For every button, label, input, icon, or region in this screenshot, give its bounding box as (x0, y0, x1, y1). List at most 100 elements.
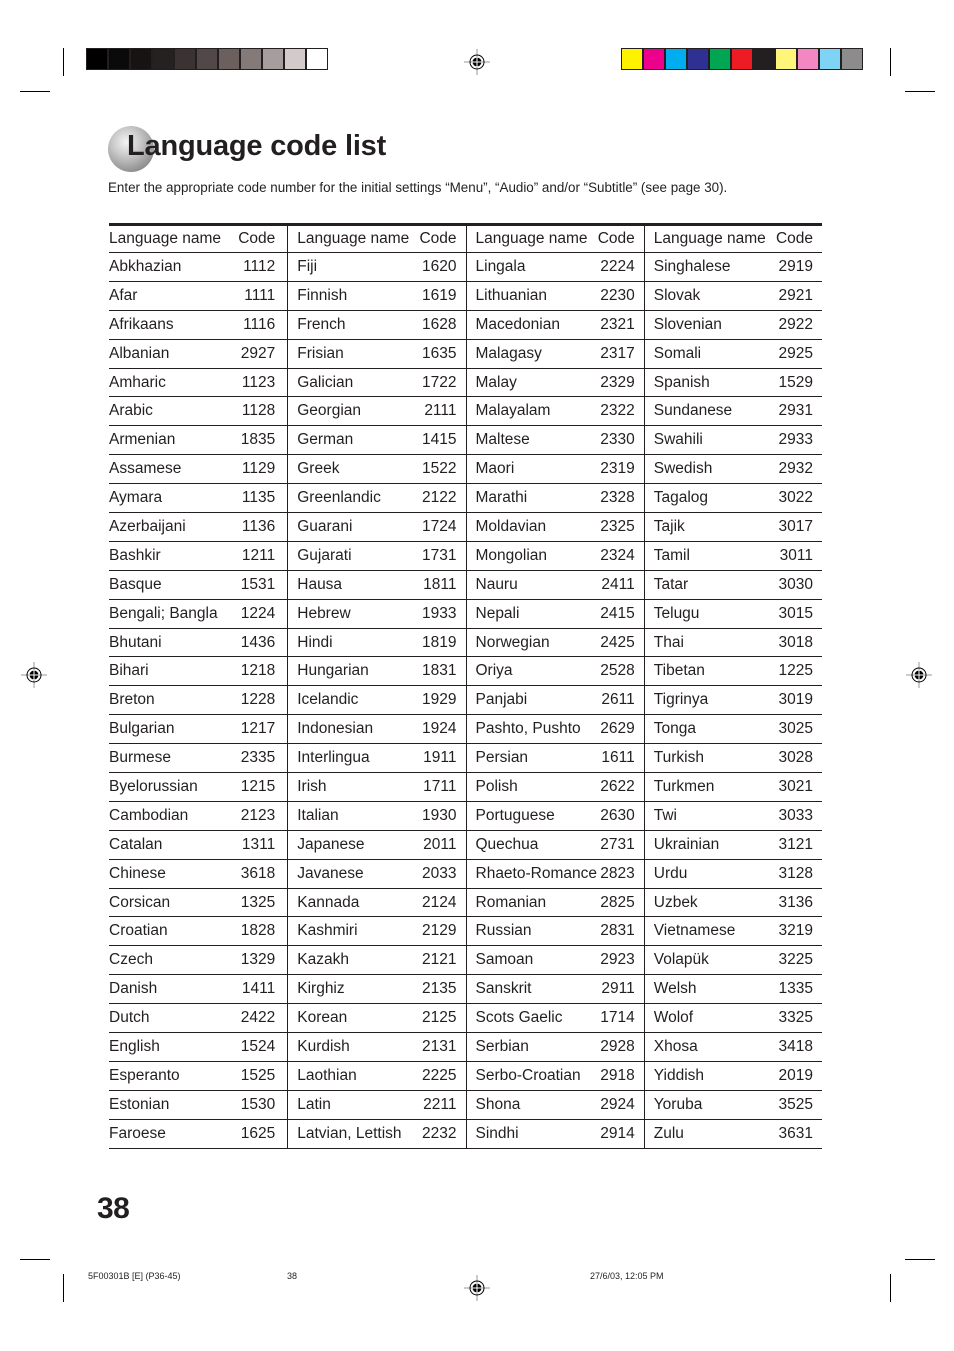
table-row: Slovenian 2922 (644, 311, 822, 340)
language-code: 1524 (240, 1037, 276, 1055)
table-row: Kirghiz 2135 (288, 975, 466, 1005)
language-name: Breton (109, 691, 155, 709)
crop-mark (905, 1259, 935, 1260)
language-name: Sanskrit (475, 980, 532, 998)
language-name: Maltese (475, 431, 530, 449)
language-code: 1112 (243, 257, 276, 275)
language-code: 2317 (600, 344, 635, 362)
language-name: Basque (109, 575, 162, 593)
language-name: Frisian (297, 344, 344, 362)
language-name: Vietnamese (653, 922, 736, 940)
table-row: Amharic 1123 (109, 369, 288, 398)
table-row: Uzbek 3136 (644, 889, 822, 918)
language-code: 1224 (240, 604, 276, 622)
language-code: 2924 (600, 1095, 635, 1113)
language-code: 1531 (240, 575, 276, 593)
language-name: Twi (653, 806, 677, 824)
language-code: 1530 (240, 1095, 276, 1113)
language-name: Afar (109, 286, 138, 304)
table-row: Frisian 1635 (288, 340, 466, 369)
grayscale-color-bar (86, 48, 328, 70)
language-name: Serbo-Croatian (475, 1066, 581, 1084)
language-name: Polish (475, 777, 518, 795)
table-row: Basque 1531 (109, 571, 288, 600)
language-code: 3128 (778, 864, 813, 882)
column-header-name: Language name (475, 230, 588, 247)
language-code: 2411 (601, 575, 635, 593)
table-row: Irish 1711 (288, 773, 466, 802)
table-row: Bashkir 1211 (109, 542, 288, 571)
language-name: Tatar (653, 575, 689, 593)
table-row: Finnish 1619 (288, 282, 466, 311)
table-row: Abkhazian 1112 (109, 253, 288, 282)
language-code: 3631 (778, 1124, 813, 1142)
table-row: Serbo-Croatian 2918 (466, 1062, 644, 1091)
language-code: 1711 (423, 777, 457, 795)
table-row: Arabic 1128 (109, 397, 288, 427)
language-code: 1128 (241, 402, 276, 420)
page-number: 38 (97, 1192, 130, 1225)
footer-timestamp: 27/6/03, 12:05 PM (590, 1271, 664, 1281)
table-row: Armenian 1835 (109, 426, 288, 456)
language-name: Swahili (653, 431, 703, 449)
language-name: Georgian (297, 402, 362, 420)
table-row: Sanskrit 2911 (466, 975, 644, 1005)
table-row: Danish 1411 (109, 975, 288, 1005)
table-row: Greek 1522 (288, 455, 466, 485)
table-row: Lithuanian 2230 (466, 282, 644, 311)
language-code: 2330 (600, 431, 635, 449)
table-row: Bulgarian 1217 (109, 715, 288, 745)
column-header-code: Code (775, 230, 813, 247)
intro-text: Enter the appropriate code number for th… (108, 180, 728, 195)
language-name: Portuguese (475, 806, 555, 824)
language-code: 1225 (778, 662, 813, 680)
language-name: Zulu (653, 1124, 684, 1142)
language-name: Kirghiz (297, 980, 345, 998)
table-row: Kannada 2124 (288, 889, 466, 918)
language-code: 1930 (422, 806, 457, 824)
language-name: Dutch (109, 1009, 150, 1027)
language-name: Sindhi (475, 1124, 519, 1142)
language-code: 1136 (241, 517, 276, 535)
table-row: Afar 1111 (109, 282, 288, 311)
column-header-name: Language name (297, 230, 410, 247)
language-name: Uzbek (653, 893, 698, 911)
language-name: Italian (297, 806, 339, 824)
language-name: Tagalog (653, 489, 709, 507)
language-code: 2319 (600, 460, 635, 478)
language-code: 2328 (600, 489, 635, 507)
crop-mark (890, 48, 891, 76)
language-name: Latvian, Lettish (297, 1124, 402, 1142)
language-code: 3021 (778, 777, 813, 795)
language-name: Bihari (109, 662, 149, 680)
language-code: 3219 (778, 922, 813, 940)
table-row: Tonga 3025 (644, 715, 822, 745)
table-row: Samoan 2923 (466, 946, 644, 976)
language-code: 2921 (778, 286, 813, 304)
language-code: 2125 (422, 1009, 457, 1027)
language-name: Swedish (653, 460, 713, 478)
language-name: Wolof (653, 1009, 694, 1027)
registration-mark-icon (906, 662, 932, 688)
language-code: 2630 (600, 806, 635, 824)
language-code: 3121 (778, 835, 813, 853)
language-code: 2322 (600, 402, 635, 420)
table-row: Esperanto 1525 (109, 1062, 288, 1091)
table-row: Azerbaijani 1136 (109, 513, 288, 542)
language-code: 2919 (778, 257, 813, 275)
language-code: 3015 (778, 604, 813, 622)
language-code: 1929 (422, 691, 457, 709)
language-name: Galician (297, 373, 354, 391)
table-column: Language name Code Lingala 2224 Lithuanian 22… (465, 226, 644, 1149)
crop-mark (890, 1274, 891, 1302)
table-row: Quechua 2731 (466, 831, 644, 860)
language-name: Danish (109, 980, 158, 998)
language-name: Nauru (475, 575, 518, 593)
color-swatch (710, 49, 730, 69)
table-row: Albanian 2927 (109, 340, 288, 369)
language-code: 2033 (422, 864, 457, 882)
language-code: 1811 (423, 575, 457, 593)
language-name: Malayalam (475, 402, 551, 420)
language-name: Bhutani (109, 633, 162, 651)
table-row: Assamese 1129 (109, 455, 288, 485)
